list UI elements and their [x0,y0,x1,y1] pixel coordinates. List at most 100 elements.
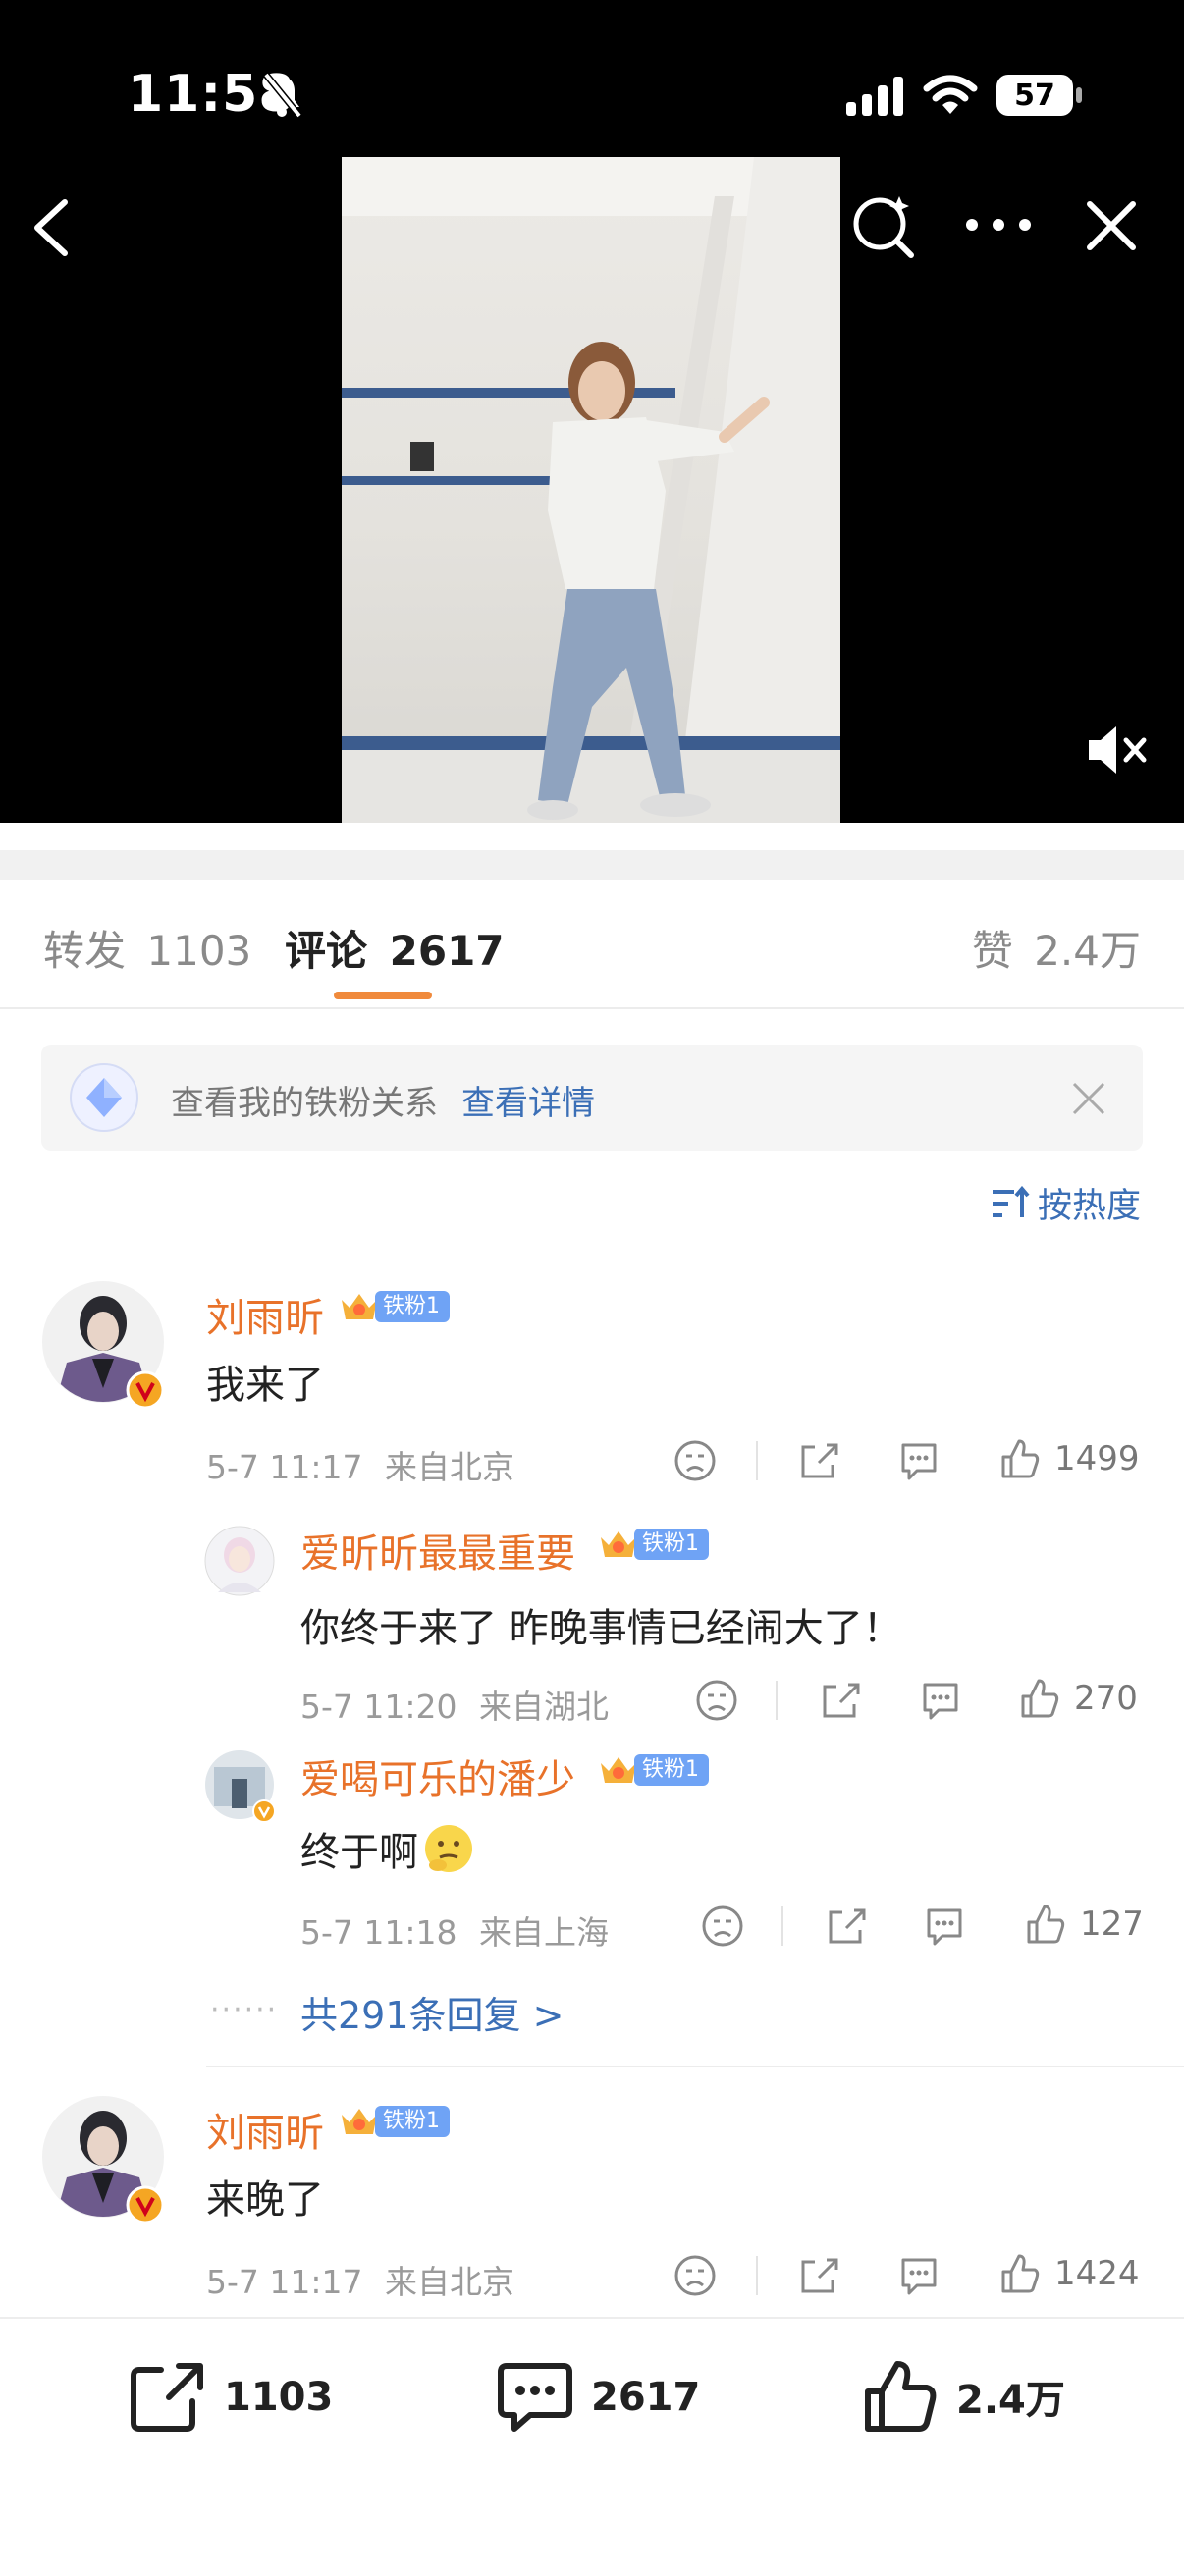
comment-divider [206,2066,1184,2067]
reply-icon[interactable] [923,1905,966,1948]
back-arrow-icon[interactable] [27,196,77,259]
more-replies-link[interactable]: 共291条回复 > [300,1985,564,2039]
reply-text: 你终于来了 昨晚事情已经闹大了！ [300,1606,902,1651]
thinking-emoji-icon [425,1825,472,1872]
like-button[interactable]: 1424 [997,2252,1140,2295]
fan-diamond-icon [70,1063,138,1132]
video-frame[interactable] [342,157,840,823]
banner-close-icon[interactable] [1070,1080,1107,1117]
fan-level-badge: 铁粉1 [597,1528,709,1561]
fan-banner-link[interactable]: 查看详情 [461,1076,595,1124]
bottom-repost-button[interactable]: 1103 [130,2362,333,2433]
fan-level-label: 铁粉1 [634,1529,709,1560]
action-divider [756,1441,758,1480]
battery-cap [1076,87,1082,103]
tab-comment-count: 2617 [389,927,505,975]
like-count: 1499 [1054,1439,1140,1478]
bottom-comment-button[interactable]: 2617 [497,2362,700,2433]
repost-icon [131,2363,203,2432]
tab-repost-count: 1103 [146,927,252,975]
like-count: 1424 [1054,2254,1140,2293]
like-button[interactable]: 270 [1017,1677,1138,1720]
comment-location: 来自北京 [385,2263,514,2301]
more-options-icon[interactable] [962,210,1035,240]
bottom-action-bar: 1103 2617 2.4万 [0,2317,1184,2576]
tabs-divider [0,1007,1184,1009]
dislike-face-icon[interactable] [673,1439,717,1482]
close-icon[interactable] [1084,198,1139,253]
comment-date: 5-7 11:17 [206,2263,363,2301]
tab-likes[interactable]: 赞 2.4万 [972,918,1141,978]
reply-date: 5-7 11:20 [300,1688,457,1726]
action-divider [756,2256,758,2295]
reply-date: 5-7 11:18 [300,1913,457,1952]
like-count: 270 [1074,1679,1138,1718]
fan-level-label: 铁粉1 [375,1291,450,1322]
cellular-signal-icon [846,77,903,116]
comment-icon [498,2363,572,2432]
like-button[interactable]: 127 [1023,1903,1144,1946]
bottom-like-button[interactable]: 2.4万 [862,2358,1065,2435]
section-separator [0,850,1184,880]
bottom-like-count: 2.4万 [956,2378,1065,2423]
share-icon[interactable] [825,1905,868,1948]
tab-likes-count: 2.4万 [1034,927,1141,975]
fan-level-badge: 铁粉1 [338,2105,450,2138]
sort-button[interactable]: 按热度 [991,1178,1141,1228]
fan-banner-text: 查看我的铁粉关系 [171,1084,438,1123]
comment-location: 来自北京 [385,1448,514,1486]
share-icon[interactable] [819,1679,862,1722]
thumbs-up-icon [865,2361,937,2432]
share-icon[interactable] [797,2254,840,2297]
avatar[interactable] [204,1526,275,1596]
dancer-video-image [342,157,840,823]
fan-level-label: 铁粉1 [375,2106,450,2137]
fan-level-badge: 铁粉1 [338,1290,450,1323]
video-player-area: 11:58 57 [0,0,1184,823]
thumbs-up-icon [1027,1905,1065,1944]
battery-level: 57 [1014,78,1055,113]
sort-icon [992,1185,1030,1217]
tab-comment-label: 评论 [285,927,368,975]
reply-meta: 5-7 11:20 来自湖北 [300,1681,609,1728]
fan-level-label: 铁粉1 [634,1754,709,1786]
tab-repost-label: 转发 [43,927,127,975]
tab-repost[interactable]: 转发 1103 [43,918,251,978]
comment-date: 5-7 11:17 [206,1448,363,1486]
dislike-face-icon[interactable] [701,1905,744,1948]
reply-location: 来自湖北 [479,1688,609,1726]
thumbs-up-icon [1021,1679,1059,1718]
comment-username[interactable]: 刘雨昕 [206,2101,324,2158]
reply-icon[interactable] [919,1679,962,1722]
tab-comment[interactable]: 评论 2617 [285,918,505,978]
reply-icon[interactable] [897,1439,941,1482]
sort-label: 按热度 [1037,1187,1141,1226]
comment-text: 来晚了 [206,2177,324,2223]
bottom-comment-count: 2617 [591,2375,701,2420]
more-replies-dots: ······ [210,1993,279,2027]
reply-icon[interactable] [897,2254,941,2297]
reply-location: 来自上海 [479,1913,609,1952]
bottom-repost-count: 1103 [224,2375,334,2420]
fan-relation-banner[interactable]: 查看我的铁粉关系 查看详情 [41,1045,1143,1151]
verified-badge-icon [252,1799,276,1823]
battery-indicator: 57 [996,75,1073,116]
reply-username[interactable]: 爱昕昕最最重要 [300,1522,575,1579]
action-divider [781,1906,783,1946]
dislike-face-icon[interactable] [695,1679,738,1722]
tab-likes-label: 赞 [971,927,1013,975]
verified-badge-icon [126,2185,165,2225]
like-button[interactable]: 1499 [997,1437,1140,1480]
search-icon[interactable] [850,192,919,261]
verified-badge-icon [126,1370,165,1410]
reply-text: 终于啊 [300,1830,418,1875]
comment-meta: 5-7 11:17 来自北京 [206,1441,514,1488]
reply-username[interactable]: 爱喝可乐的潘少 [300,1747,575,1804]
mute-volume-icon[interactable] [1085,723,1150,778]
like-count: 127 [1080,1905,1144,1944]
comment-username[interactable]: 刘雨昕 [206,1286,324,1343]
fan-level-badge: 铁粉1 [597,1753,709,1787]
reply-text-row: 终于啊 [300,1820,475,1877]
share-icon[interactable] [797,1439,840,1482]
dislike-face-icon[interactable] [673,2254,717,2297]
